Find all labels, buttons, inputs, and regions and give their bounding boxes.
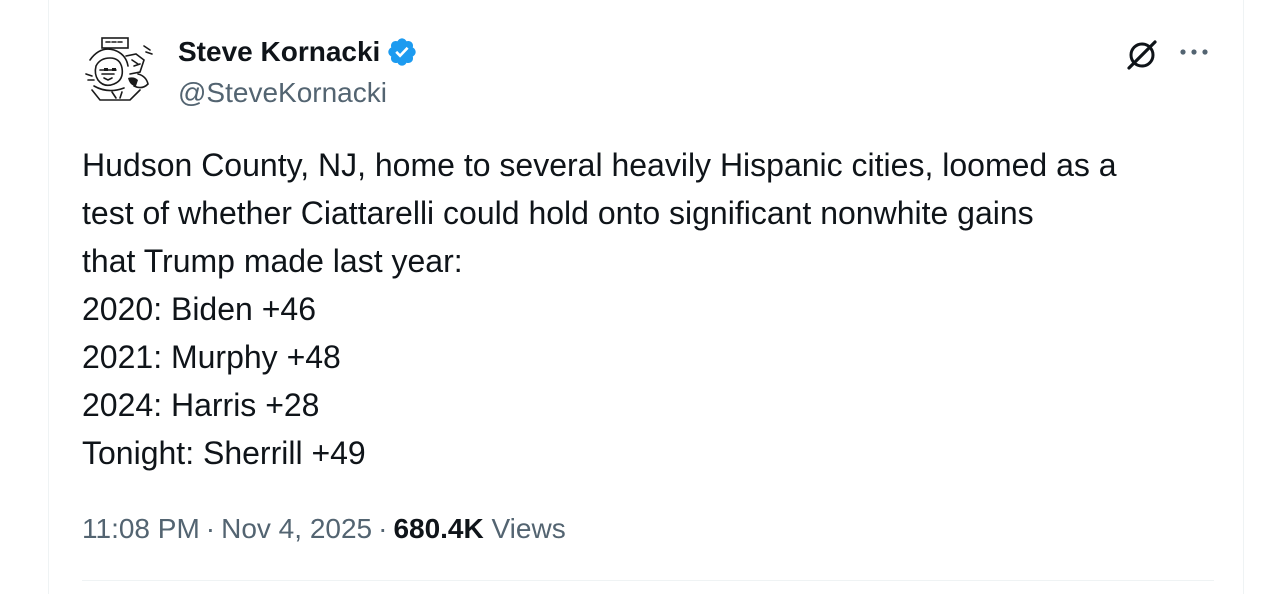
tweet-line: 2024: Harris +28 xyxy=(82,387,320,423)
tweet-line: 2020: Biden +46 xyxy=(82,291,316,327)
tweet-date[interactable]: Nov 4, 2025 xyxy=(221,513,372,544)
meta-separator: · xyxy=(378,513,388,544)
author-display-name[interactable]: Steve Kornacki xyxy=(178,33,380,71)
tweet-card: Steve Kornacki @SteveKornacki Hudson Cou… xyxy=(48,0,1244,594)
author-name-row: Steve Kornacki xyxy=(178,33,418,71)
verified-badge-icon[interactable] xyxy=(386,36,418,68)
tweet-time[interactable]: 11:08 PM xyxy=(82,513,200,544)
meta-separator: · xyxy=(205,513,216,544)
tweet-line: test of whether Ciattarelli could hold o… xyxy=(82,195,1034,231)
tweet-text: Hudson County, NJ, home to several heavi… xyxy=(82,141,1222,477)
grok-button[interactable] xyxy=(1121,34,1163,76)
grok-icon xyxy=(1127,40,1157,70)
avatar-sketch-icon xyxy=(82,30,160,108)
author-handle[interactable]: @SteveKornacki xyxy=(178,75,387,111)
divider xyxy=(82,580,1214,581)
tweet-line: 2021: Murphy +48 xyxy=(82,339,341,375)
avatar[interactable] xyxy=(82,30,160,108)
tweet-meta: 11:08 PM · Nov 4, 2025 · 680.4K Views xyxy=(82,510,566,548)
more-button[interactable] xyxy=(1173,34,1215,70)
views-count[interactable]: 680.4K xyxy=(393,513,483,544)
tweet-line: Hudson County, NJ, home to several heavi… xyxy=(82,147,1117,183)
more-icon xyxy=(1180,49,1208,55)
views-label[interactable]: Views xyxy=(492,513,566,544)
tweet-line: Tonight: Sherrill +49 xyxy=(82,435,366,471)
tweet-line: that Trump made last year: xyxy=(82,243,463,279)
